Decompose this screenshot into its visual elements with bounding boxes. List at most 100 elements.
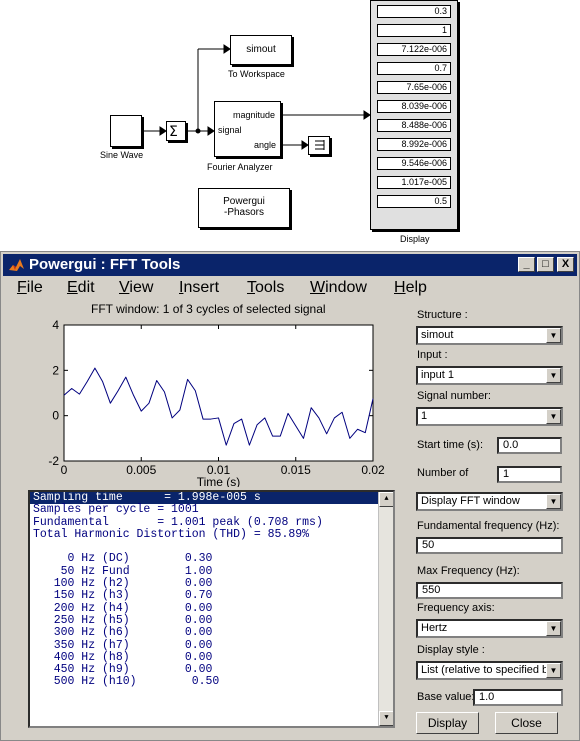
sum-block[interactable] xyxy=(166,121,186,141)
display-field: 0.7 xyxy=(377,62,451,75)
display-field: 0.5 xyxy=(377,195,451,208)
menu-file-label: ile xyxy=(26,279,43,296)
display-field: 0.3 xyxy=(377,5,451,18)
display-mode-select[interactable]: Display FFT window ▼ xyxy=(416,492,563,511)
fundamental-frequency-input[interactable]: 50 xyxy=(416,537,563,554)
number-of-cycles-input[interactable]: 1 xyxy=(497,466,562,483)
chevron-down-icon: ▼ xyxy=(546,328,561,343)
frequency-axis-select[interactable]: Hertz ▼ xyxy=(416,619,563,638)
fft-results-listbox[interactable]: Sampling time = 1.998e-005 s Samples per … xyxy=(28,490,395,728)
listing-line[interactable]: 0 Hz (DC) 0.30 xyxy=(30,553,393,566)
y-tick-label: 0 xyxy=(52,409,59,423)
display-style-value: List (relative to specified ba xyxy=(421,664,555,676)
chevron-down-icon: ▼ xyxy=(546,368,561,383)
structure-select[interactable]: simout ▼ xyxy=(416,326,563,345)
display-field: 7.122e-006 xyxy=(377,43,451,56)
powergui-block[interactable]: Powergui -Phasors xyxy=(198,188,290,228)
display-style-select[interactable]: List (relative to specified ba ▼ xyxy=(416,661,563,680)
display-button[interactable]: Display xyxy=(416,712,479,734)
listing-line[interactable]: 350 Hz (h7) 0.00 xyxy=(30,639,393,652)
display-style-label: Display style : xyxy=(417,644,485,656)
display-block[interactable]: 0.3 1 7.122e-006 0.7 7.65e-006 8.039e-006 8.48… xyxy=(370,0,458,230)
listing-line[interactable]: Total Harmonic Distortion (THD) = 85.89% xyxy=(30,528,393,541)
chevron-down-icon: ▼ xyxy=(546,663,561,678)
menu-insert-label: nsert xyxy=(183,279,220,296)
sine-wave-block[interactable] xyxy=(110,115,142,147)
powergui-line1: Powergui xyxy=(223,196,265,207)
to-workspace-block[interactable]: simout xyxy=(230,35,292,65)
input-select[interactable]: input 1 ▼ xyxy=(416,366,563,385)
max-frequency-input[interactable]: 550 xyxy=(416,582,563,599)
max-frequency-label: Max Frequency (Hz): xyxy=(417,565,520,577)
display-field: 8.488e-006 xyxy=(377,119,451,132)
listing-line[interactable]: 500 Hz (h10) 0.50 xyxy=(30,676,393,689)
menu-edit[interactable]: Edit xyxy=(67,279,95,297)
x-axis-label: Time (s) xyxy=(197,475,241,487)
chevron-down-icon: ▼ xyxy=(546,494,561,509)
maximize-button[interactable]: □ xyxy=(537,257,554,272)
chevron-down-icon: ▼ xyxy=(546,409,561,424)
display-field: 8.992e-006 xyxy=(377,138,451,151)
display-field: 9.546e-006 xyxy=(377,157,451,170)
menu-insert[interactable]: Insert xyxy=(179,279,219,297)
scroll-down-icon[interactable]: ▼ xyxy=(379,711,393,726)
menu-help-mnemonic: H xyxy=(394,279,406,296)
fourier-port-angle: angle xyxy=(254,140,277,150)
chevron-down-icon: ▼ xyxy=(546,621,561,636)
signal-number-select[interactable]: 1 ▼ xyxy=(416,407,563,426)
fourier-port-magnitude: magnitude xyxy=(233,110,276,120)
structure-label: Structure : xyxy=(417,309,468,321)
scroll-up-icon[interactable]: ▲ xyxy=(379,492,393,507)
display-field: 1 xyxy=(377,24,451,37)
input-value: input 1 xyxy=(421,369,455,381)
menu-tools-mnemonic: T xyxy=(247,279,255,296)
menu-tools[interactable]: Tools xyxy=(247,279,284,297)
menu-window-mnemonic: W xyxy=(310,279,326,296)
base-value-label: Base value: xyxy=(417,691,475,703)
sine-wave-label: Sine Wave xyxy=(100,150,144,160)
menu-edit-mnemonic: E xyxy=(67,279,78,296)
close-window-button[interactable]: X xyxy=(557,257,574,272)
fourier-analyzer-block[interactable]: signal magnitude angle xyxy=(214,101,281,157)
display-label: Display xyxy=(400,234,430,244)
to-workspace-label: To Workspace xyxy=(228,69,285,79)
matlab-app-icon xyxy=(8,257,25,273)
y-tick-label: 2 xyxy=(52,363,59,377)
menu-view-mnemonic: V xyxy=(119,279,130,296)
x-tick-label: 0.005 xyxy=(126,463,156,477)
menu-bar: File Edit View Insert Tools Window Help xyxy=(3,277,577,299)
menu-view[interactable]: View xyxy=(119,279,153,297)
y-tick-label: 4 xyxy=(52,318,59,332)
display-mode-value: Display FFT window xyxy=(421,495,520,507)
structure-value: simout xyxy=(421,329,454,341)
display-field: 8.039e-006 xyxy=(377,100,451,113)
menu-tools-label: ools xyxy=(255,279,285,296)
minimize-button[interactable]: _ xyxy=(518,257,535,272)
plot-title: FFT window: 1 of 3 cycles of selected si… xyxy=(91,302,326,316)
y-tick-label: -2 xyxy=(48,454,59,468)
base-value-input[interactable]: 1.0 xyxy=(473,689,563,706)
title-bar[interactable]: Powergui : FFT Tools _ □ X xyxy=(3,254,577,276)
listing-line[interactable]: Samples per cycle = 1001 xyxy=(30,503,393,516)
start-time-input[interactable]: 0.0 xyxy=(497,437,562,454)
signal-number-value: 1 xyxy=(421,410,428,422)
terminator-block[interactable] xyxy=(308,136,330,155)
listing-line[interactable]: 300 Hz (h6) 0.00 xyxy=(30,626,393,639)
signal-plot: 0 0.005 0.01 0.015 0.02420-2Time (s) xyxy=(48,318,385,487)
menu-view-label: iew xyxy=(129,279,154,296)
menu-window[interactable]: Window xyxy=(310,279,367,297)
close-button[interactable]: Close xyxy=(495,712,558,734)
menu-help[interactable]: Help xyxy=(394,279,427,297)
display-field: 1.017e-005 xyxy=(377,176,451,189)
menu-file-mnemonic: F xyxy=(17,279,27,296)
listing-scrollbar[interactable]: ▲ ▼ xyxy=(378,492,393,726)
input-label: Input : xyxy=(417,349,448,361)
frequency-axis-value: Hertz xyxy=(421,622,448,634)
x-tick-label: 0.02 xyxy=(361,463,385,477)
frequency-axis-label: Frequency axis: xyxy=(417,602,495,614)
x-tick-label: 0 xyxy=(61,463,68,477)
listing-line[interactable]: 150 Hz (h3) 0.70 xyxy=(30,590,393,603)
number-of-cycles-label: Number of xyxy=(417,467,469,479)
fundamental-frequency-label: Fundamental frequency (Hz): xyxy=(417,520,560,532)
menu-file[interactable]: File xyxy=(17,279,43,297)
